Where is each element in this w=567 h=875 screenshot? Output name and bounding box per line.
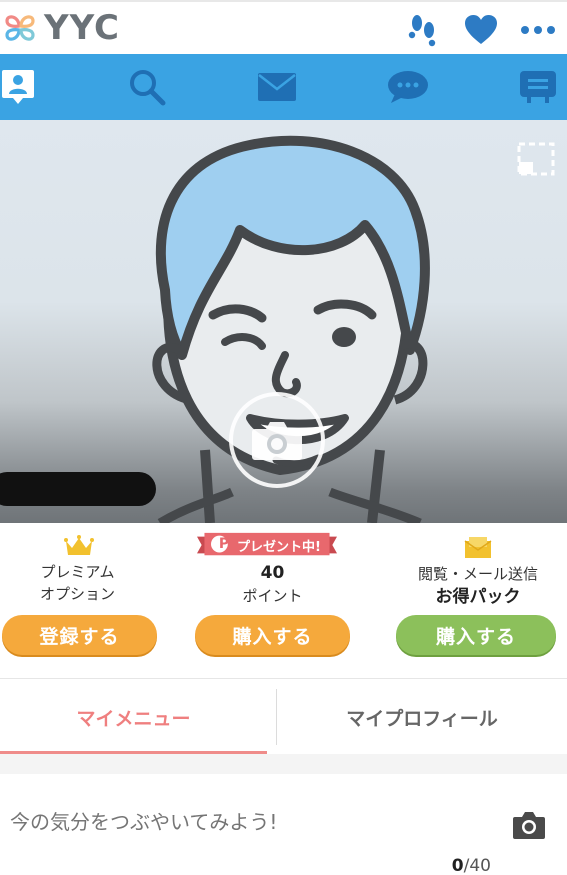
pack-buy-button[interactable]: 購入する [396, 615, 556, 655]
logo-text: YYC [44, 8, 120, 48]
tab-my-profile[interactable]: マイプロフィール [277, 679, 567, 755]
premium-label-line1: プレミアム [40, 563, 115, 581]
mail-pack-icon [464, 537, 492, 558]
premium-label-line2: オプション [39, 585, 115, 603]
nav-search[interactable] [117, 54, 177, 120]
app-logo[interactable]: YYC [2, 10, 120, 46]
camera-icon[interactable] [512, 810, 546, 840]
logo-clover-icon [5, 15, 35, 41]
ribbon-points-badge: P [218, 536, 230, 552]
more-dots-icon[interactable] [520, 12, 556, 48]
character-count-max: /40 [463, 856, 491, 875]
chat-bubble-icon [388, 71, 428, 103]
premium-option: プレミアム オプション 登録する [0, 523, 189, 673]
points-value: 40 [260, 563, 285, 583]
purchase-section: プレミアム オプション 登録する P プレゼント中! 40 ポイント 購入する … [0, 523, 567, 673]
points-unit: ポイント [242, 587, 303, 605]
profile-tabs: マイメニュー マイプロフィール [0, 678, 567, 755]
mail-icon [258, 73, 296, 101]
nav-board[interactable] [508, 54, 567, 120]
character-counter: 0/40 [452, 856, 491, 875]
status-input[interactable] [10, 804, 490, 840]
character-count-current: 0 [451, 856, 464, 875]
photo-upload-button[interactable] [229, 392, 325, 488]
section-divider [0, 754, 567, 774]
main-navigation [0, 54, 567, 120]
present-ribbon-text: プレゼント中! [237, 540, 321, 555]
profile-photo[interactable] [0, 120, 567, 523]
pack-label-line2: お得パック [435, 587, 521, 607]
redacted-username [0, 472, 156, 506]
search-icon [130, 70, 166, 106]
tab-my-menu[interactable]: マイメニュー [0, 679, 267, 755]
points-buy-button[interactable]: 購入する [195, 615, 350, 655]
camera-icon [252, 422, 302, 460]
heart-icon[interactable] [463, 12, 499, 48]
footprints-icon[interactable] [405, 12, 441, 48]
nav-mail[interactable] [247, 54, 307, 120]
profile-icon [2, 70, 34, 104]
fullscreen-icon[interactable] [517, 142, 555, 176]
premium-register-button[interactable]: 登録する [2, 615, 157, 655]
board-icon [520, 71, 556, 103]
pack-label-line1: 閲覧・メール送信 [417, 565, 538, 583]
top-app-bar: YYC [0, 0, 567, 54]
points-purchase: P プレゼント中! 40 ポイント 購入する [189, 523, 378, 673]
crown-icon [64, 535, 94, 555]
nav-chat[interactable] [378, 54, 438, 120]
status-post-box: 0/40 [0, 774, 567, 875]
nav-profile[interactable] [0, 54, 48, 120]
mail-pack-purchase: 閲覧・メール送信 お得パック 購入する [378, 523, 567, 673]
